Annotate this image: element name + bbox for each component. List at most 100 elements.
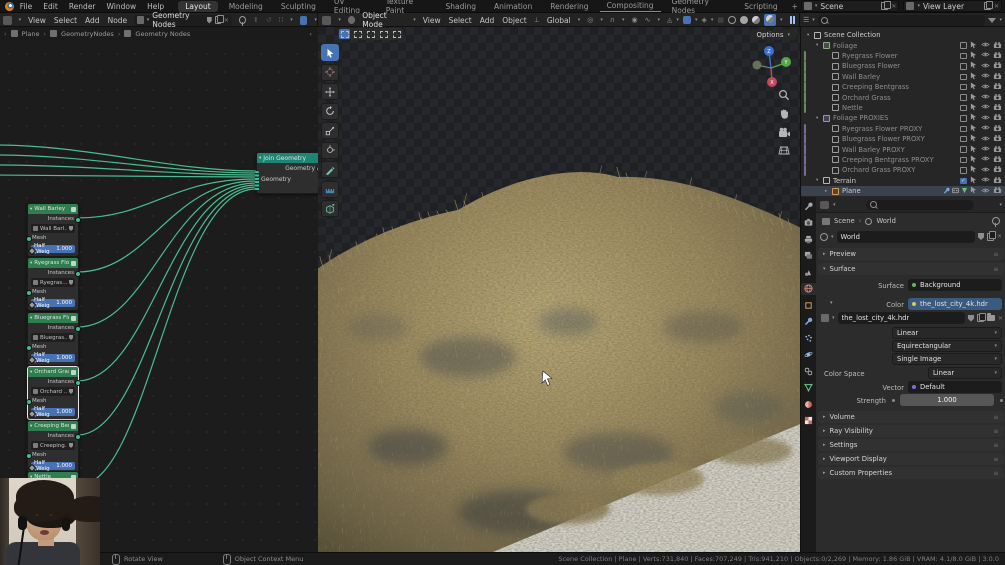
outliner-row-ryegrass-flower-proxy[interactable]: Ryegrass Flower PROXY [801,123,1005,134]
properties-tab-modifiers-icon[interactable] [801,316,816,328]
disable-render-camera-icon[interactable] [993,51,1002,61]
panel-custom-properties[interactable]: ▸ Custom Properties ≡ [818,467,1004,479]
world-icon[interactable] [820,232,828,241]
hide-viewport-eye-icon[interactable] [980,72,990,81]
workspace-tab-animation[interactable]: Animation [487,1,539,12]
selectable-icon[interactable] [970,134,977,144]
properties-tab-output-icon[interactable] [801,233,816,245]
perspective-grid-icon[interactable] [778,145,790,156]
geometry-multi-input-socket[interactable] [254,171,259,191]
node-orchard-grass[interactable]: ▾Orchard GrassInstancesOrchard …MeshHalf… [25,366,81,420]
selectable-icon[interactable] [970,124,977,134]
menu-render[interactable]: Render [69,2,96,11]
outliner-row-wall-barley-proxy[interactable]: Wall Barley PROXY [801,144,1005,155]
xray-toggle-icon[interactable]: ▦ [717,16,724,24]
remove-view-layer-icon[interactable]: ✕ [994,3,999,10]
mesh-input-socket[interactable] [25,236,32,242]
tool-move-button[interactable] [321,83,339,100]
sidebar-toggle-icon[interactable]: ‹ [309,30,312,38]
exclude-checkbox[interactable] [960,83,967,91]
scene-selector[interactable]: ▾ Scene ✕ [800,0,900,12]
disable-render-camera-icon[interactable] [993,145,1002,155]
outliner-row-terrain[interactable]: ▾ Terrain ✓ [801,176,1005,186]
outliner-row-ryegrass-flower[interactable]: Ryegrass Flower [801,50,1005,62]
disable-render-camera-icon[interactable] [993,155,1002,165]
viewport-editor-type-icon[interactable] [322,15,332,25]
tool-rotate-button[interactable] [321,102,339,120]
menu-add[interactable]: Add [85,16,100,25]
properties-tab-object-data-icon[interactable] [801,382,816,394]
properties-tab-view-layer-icon[interactable] [801,250,816,262]
instances-output-socket[interactable] [74,217,81,223]
tool-measure-button[interactable] [321,180,339,198]
panel-viewport-display[interactable]: ▸ Viewport Display ≡ [818,453,1004,465]
selectable-icon[interactable] [970,41,977,51]
mesh-input-socket[interactable] [25,345,32,351]
properties-tab-world-icon[interactable] [801,282,816,295]
tool-select-box-button[interactable] [321,44,339,61]
tool-annotate-button[interactable] [321,161,339,178]
shading-wireframe-icon[interactable] [727,16,736,24]
geometry-node-editor[interactable]: ▾ Wall Barley Instances Wall Barl… Mesh Half … [0,27,318,552]
hide-viewport-eye-icon[interactable] [980,135,990,144]
node-ryegrass-flower[interactable]: ▾Ryegrass FlowerInstancesRyegras…MeshHal… [25,257,81,311]
camera-view-icon[interactable] [778,127,791,138]
workspace-tab-layout[interactable]: Layout [178,0,218,12]
exclude-checkbox[interactable] [960,125,967,133]
pause-render-button[interactable] [789,16,795,24]
properties-search[interactable] [865,199,974,210]
interpolation-dropdown[interactable]: Linear ▾ [892,327,1002,339]
color-link-field[interactable]: the_lost_city_4k.hdr [908,298,1002,310]
overlays-toggle-icon[interactable]: ◈ [701,16,706,24]
node-datablock[interactable]: Ryegras… [31,278,75,287]
mesh-input-socket[interactable] [25,399,32,405]
pivot-icon[interactable]: ◎ [587,16,593,24]
properties-editor[interactable]: ▾ ▾ Scene › World ▾ World ✕ ▸ Preview ≡ … [801,197,1005,552]
panel-settings[interactable]: ▸ Settings ≡ [818,439,1004,451]
add-workspace-button[interactable]: + [789,2,801,11]
node-datablock[interactable]: Bluegras… [31,333,75,342]
properties-search-input[interactable] [879,200,970,209]
properties-tab-object-icon[interactable] [801,299,816,311]
disable-render-camera-icon[interactable] [993,93,1002,103]
mesh-data-icon[interactable] [961,187,968,196]
selectable-icon[interactable] [970,93,977,103]
outliner-row-orchard-grass-proxy[interactable]: Orchard Grass PROXY [801,165,1005,176]
select-mode-extend-icon[interactable] [352,29,363,39]
weight-slider[interactable]: Half (Weig1.000 [27,243,75,256]
new-world-icon[interactable] [986,231,997,241]
outliner-row-nettle[interactable]: Nettle [801,102,1005,114]
disable-render-camera-icon[interactable] [993,134,1002,144]
select-mode-subtract-icon[interactable] [365,29,376,39]
properties-editor-type-icon[interactable] [820,200,829,209]
proportional-edit-icon[interactable]: ◉ [632,16,638,24]
mesh-input-socket[interactable] [25,290,32,296]
disable-render-camera-icon[interactable] [993,103,1002,113]
instances-output-socket[interactable] [74,271,81,277]
snap-magnet-icon[interactable]: ∩ [610,16,615,24]
selectable-icon[interactable] [970,61,977,71]
weight-slider[interactable]: Half (Weig1.000 [27,406,75,419]
disable-render-camera-icon[interactable] [993,82,1002,92]
fake-user-icon[interactable] [977,233,984,240]
fake-user-icon[interactable] [206,16,212,24]
panel-volume[interactable]: ▸ Volume ≡ [818,411,1004,423]
menu-add[interactable]: Add [480,16,495,25]
exclude-checkbox[interactable] [960,42,967,49]
select-mode-invert-icon[interactable] [378,29,389,39]
outliner-search[interactable] [817,14,986,26]
menu-node[interactable]: Node [108,16,128,25]
pan-hand-icon[interactable] [778,108,790,120]
hide-viewport-eye-icon[interactable] [980,176,990,185]
refresh-tree-icon[interactable]: ↺ [266,16,272,24]
disable-render-camera-icon[interactable] [993,113,1002,123]
outliner-row-bluegrass-flower-proxy[interactable]: Bluegrass Flower PROXY [801,134,1005,145]
menu-select[interactable]: Select [54,16,77,25]
node-datablock[interactable]: Orchard … [31,387,75,396]
panel-preview[interactable]: ▸ Preview ≡ [818,248,1004,260]
hide-viewport-eye-icon[interactable] [980,51,990,60]
properties-tab-render-icon[interactable] [801,217,816,229]
outliner-row-creeping-bentgrass[interactable]: Creeping Bentgrass [801,82,1005,93]
outliner-row-orchard-grass[interactable]: Orchard Grass [801,92,1005,103]
select-mode-intersect-icon[interactable] [391,29,402,39]
